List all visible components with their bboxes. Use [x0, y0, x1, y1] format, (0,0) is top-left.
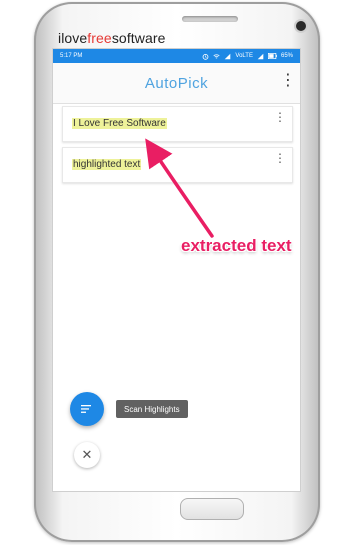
site-watermark: ilovefreesoftware — [58, 30, 166, 46]
highlight-card[interactable]: I Love Free Software ⋮ — [62, 106, 293, 142]
battery-icon — [267, 53, 277, 59]
home-button[interactable] — [180, 498, 244, 520]
close-icon[interactable]: ✕ — [74, 442, 100, 468]
app-title: AutoPick — [144, 74, 209, 92]
network-label: VoLTE — [235, 53, 253, 59]
status-time: 5:17 PM — [60, 53, 83, 59]
annotation-label: extracted text — [181, 236, 292, 255]
signal-icon — [225, 53, 231, 59]
watermark-highlight: free — [87, 30, 112, 46]
status-bar: 5:17 PM VoLTE 65% — [53, 49, 300, 63]
wifi-icon — [213, 53, 220, 58]
app-toolbar: AutoPick ⋮ — [53, 63, 300, 104]
phone-screen: 5:17 PM VoLTE 65% AutoPick ⋮ I Love Free… — [52, 48, 301, 492]
card-menu-icon[interactable]: ⋮ — [274, 111, 286, 123]
speaker-grille — [182, 16, 238, 22]
scan-list-icon — [81, 405, 91, 413]
card-menu-icon[interactable]: ⋮ — [274, 152, 286, 164]
watermark-prefix: ilove — [58, 30, 88, 46]
scan-highlights-button[interactable] — [70, 392, 104, 426]
card-text: highlighted text — [72, 159, 142, 170]
front-camera — [296, 21, 306, 31]
watermark-suffix: software — [111, 30, 166, 46]
card-text: I Love Free Software — [72, 118, 167, 129]
alarm-icon — [203, 53, 209, 60]
battery-level: 65% — [280, 53, 293, 59]
signal-icon-2 — [257, 53, 264, 59]
scan-highlights-label: Scan Highlights — [116, 400, 188, 418]
highlight-card[interactable]: highlighted text ⋮ — [62, 147, 293, 183]
overflow-menu-icon[interactable]: ⋮ — [280, 73, 296, 89]
status-icons: VoLTE 65% — [202, 53, 293, 60]
